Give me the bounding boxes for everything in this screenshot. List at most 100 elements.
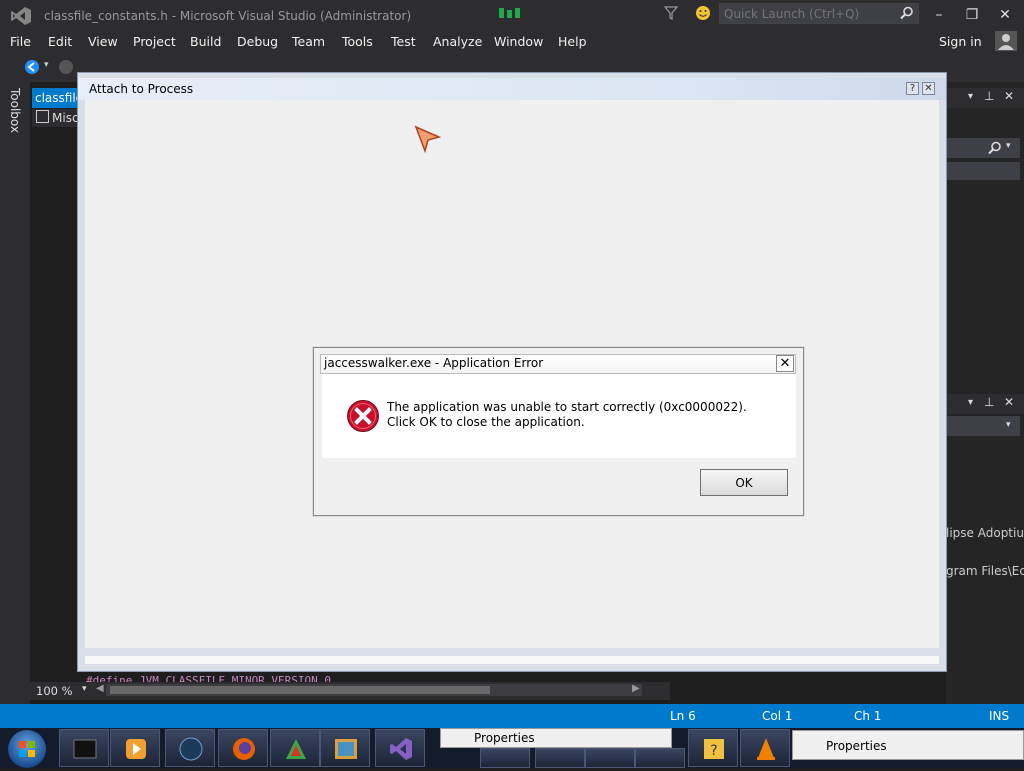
property-value-1: lipse Adoptiu xyxy=(946,526,1024,540)
menu-project[interactable]: Project xyxy=(133,34,176,49)
misc-label: Misc xyxy=(52,111,78,125)
quick-launch-input[interactable] xyxy=(724,5,894,22)
attach-dialog-title: Attach to Process xyxy=(89,82,194,96)
error-icon xyxy=(347,400,379,432)
firefox-icon xyxy=(233,738,255,760)
media-player-icon xyxy=(126,739,146,759)
panel2-dropdown-icon[interactable]: ▾ xyxy=(968,397,973,408)
quick-launch-box[interactable] xyxy=(719,3,919,24)
code-line: #define JVM_CLASSFILE_MINOR_VERSION 0 xyxy=(86,674,332,682)
mouse-cursor-icon xyxy=(414,125,442,154)
status-line: Ln 6 xyxy=(670,709,696,723)
error-close-button[interactable]: ✕ xyxy=(776,355,794,372)
taskbar-app-b[interactable] xyxy=(535,748,585,768)
taskbar-vlc[interactable] xyxy=(740,729,790,767)
taskbar-terminal[interactable] xyxy=(59,729,109,767)
scroll-right-icon[interactable]: ▶ xyxy=(632,683,640,694)
panel-header: ▾ ⊥ ✕ xyxy=(946,88,1024,108)
taskbar-paint[interactable] xyxy=(270,729,320,767)
back-dropdown-icon[interactable]: ▾ xyxy=(44,60,49,70)
vlc-icon xyxy=(757,738,775,760)
minimize-button[interactable]: – xyxy=(928,5,950,25)
maximize-button[interactable]: ❐ xyxy=(961,5,983,25)
forward-icon[interactable] xyxy=(58,59,74,75)
terminal-icon xyxy=(73,739,97,759)
help-icon: ? xyxy=(704,739,724,759)
search-icon[interactable] xyxy=(900,6,914,20)
taskbar-app-a[interactable] xyxy=(480,748,530,768)
zoom-level[interactable]: 100 % xyxy=(36,684,73,698)
notification-icon[interactable] xyxy=(497,6,529,20)
globe-icon xyxy=(179,737,203,761)
menu-help[interactable]: Help xyxy=(558,34,587,49)
properties-panel-header: ▾ ⊥ ✕ xyxy=(946,394,1024,414)
taskbar-firefox[interactable] xyxy=(218,729,268,767)
taskbar-app-c[interactable] xyxy=(585,748,635,768)
panel2-close-icon[interactable]: ✕ xyxy=(1004,395,1014,409)
filter-icon[interactable] xyxy=(664,6,678,20)
menu-test[interactable]: Test xyxy=(391,34,416,49)
panel-close-icon[interactable]: ✕ xyxy=(1004,89,1014,103)
attach-dialog-footer xyxy=(85,656,939,664)
start-button[interactable] xyxy=(8,730,46,768)
toolbox-strip xyxy=(0,82,30,704)
attach-dialog-titlebar xyxy=(78,78,946,100)
taskbar-globe[interactable] xyxy=(165,729,215,767)
selector-dropdown-icon[interactable]: ▾ xyxy=(1006,420,1011,430)
toolbox-tab[interactable]: Toolbox xyxy=(8,88,22,133)
panel2-pin-icon[interactable]: ⊥ xyxy=(984,395,994,409)
status-insert-mode: INS xyxy=(989,709,1010,723)
properties-object-selector[interactable]: ▾ xyxy=(946,416,1020,436)
misc-files-dropdown[interactable]: Misc xyxy=(32,109,78,127)
window-title: classfile_constants.h - Microsoft Visual… xyxy=(44,9,412,23)
back-icon[interactable] xyxy=(24,59,40,75)
scrollbar-thumb[interactable] xyxy=(110,686,490,694)
visual-studio-logo-icon xyxy=(11,7,31,25)
taskbar-visual-studio[interactable] xyxy=(375,729,425,767)
popup-1-label: Properties xyxy=(474,731,535,745)
attach-help-button[interactable]: ? xyxy=(906,82,919,95)
user-icon xyxy=(998,34,1014,50)
taskbar-media-player[interactable] xyxy=(110,729,160,767)
menu-debug[interactable]: Debug xyxy=(237,34,278,49)
editor-tab-active[interactable]: classfile xyxy=(32,88,78,108)
svg-text:?: ? xyxy=(710,743,717,759)
menu-team[interactable]: Team xyxy=(292,34,325,49)
menu-file[interactable]: File xyxy=(10,34,31,49)
zoom-dropdown-icon[interactable]: ▾ xyxy=(82,684,87,694)
menu-edit[interactable]: Edit xyxy=(48,34,72,49)
paint-icon xyxy=(286,739,306,759)
taskbar-help[interactable]: ? xyxy=(688,729,738,767)
search-options-icon[interactable]: ▾ xyxy=(1006,141,1011,151)
window-close-button[interactable]: ✕ xyxy=(994,5,1016,25)
account-avatar[interactable] xyxy=(995,31,1017,51)
sign-in-link[interactable]: Sign in xyxy=(939,34,982,49)
scroll-left-icon[interactable]: ◀ xyxy=(96,683,104,694)
panel-dropdown-icon[interactable]: ▾ xyxy=(968,91,973,102)
status-char: Ch 1 xyxy=(854,709,882,723)
visual-studio-icon xyxy=(390,738,412,760)
pin-icon[interactable]: ⊥ xyxy=(984,89,994,103)
status-column: Col 1 xyxy=(762,709,793,723)
menu-analyze[interactable]: Analyze xyxy=(433,34,482,49)
property-value-2: gram Files\Ec xyxy=(946,564,1024,578)
windows-logo-icon xyxy=(19,741,35,757)
panel-selected-row[interactable] xyxy=(946,162,1020,180)
feedback-smiley-icon[interactable] xyxy=(695,5,711,21)
popup-2-label: Properties xyxy=(826,739,887,753)
menu-view[interactable]: View xyxy=(88,34,118,49)
menu-tools[interactable]: Tools xyxy=(342,34,373,49)
menu-window[interactable]: Window xyxy=(494,34,543,49)
taskbar-app-d[interactable] xyxy=(635,748,685,768)
error-message: The application was unable to start corr… xyxy=(387,400,747,429)
image-viewer-icon xyxy=(335,739,357,759)
menu-build[interactable]: Build xyxy=(190,34,221,49)
ok-button[interactable]: OK xyxy=(700,469,788,496)
panel-search-icon[interactable] xyxy=(988,141,1002,155)
attach-close-button[interactable]: ✕ xyxy=(922,82,935,95)
taskbar-thumbnail-popup-1[interactable]: Properties xyxy=(440,728,672,748)
panel-search-box[interactable]: ▾ xyxy=(946,138,1020,158)
error-dialog-title: jaccesswalker.exe - Application Error xyxy=(324,356,544,370)
taskbar-image-viewer[interactable] xyxy=(320,729,370,767)
taskbar-thumbnail-popup-2[interactable]: Properties xyxy=(792,730,1024,760)
